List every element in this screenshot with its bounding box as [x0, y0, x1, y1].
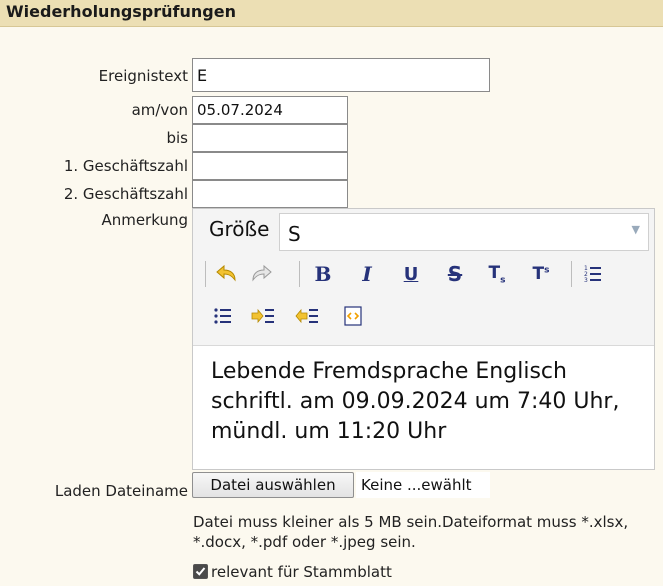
toolbar-separator — [205, 261, 206, 287]
bold-icon[interactable]: B — [309, 261, 337, 287]
indent-icon[interactable] — [249, 303, 277, 329]
section-header: Wiederholungsprüfungen — [0, 0, 663, 27]
anmerkung-label: Anmerkung — [101, 211, 188, 229]
section-title: Wiederholungsprüfungen — [6, 2, 236, 21]
font-size-select[interactable]: S ▼ — [279, 213, 649, 251]
editor-content[interactable]: Lebende Fremdsprache Englisch schriftl. … — [211, 357, 644, 447]
upload-hint: Datei muss kleiner als 5 MB sein.Dateifo… — [193, 513, 629, 551]
numbered-list-icon[interactable]: 1 2 3 — [579, 261, 607, 287]
bis-input[interactable] — [192, 124, 348, 152]
upload-label: Laden Dateiname — [54, 482, 188, 500]
choose-file-button[interactable]: Datei auswählen — [192, 472, 354, 498]
toolbar-separator — [299, 261, 300, 287]
superscript-icon[interactable]: Ts — [527, 261, 555, 287]
toolbar-separator — [571, 261, 572, 287]
file-status-text: Keine ...ewählt — [356, 472, 490, 498]
bis-label: bis — [166, 129, 188, 147]
font-size-label: Größe — [209, 217, 270, 241]
anmerkung-editor[interactable]: Größe S ▼ B I U S Ts Ts 1 2 3 Lebende Fr… — [192, 208, 655, 470]
italic-icon[interactable]: I — [353, 261, 381, 287]
source-icon[interactable] — [339, 303, 367, 329]
geschaeftszahl-2-label: 2. Geschäftszahl — [63, 185, 188, 203]
geschaeftszahl-2-input[interactable] — [192, 180, 348, 208]
chevron-down-icon: ▼ — [631, 223, 640, 236]
subscript-icon[interactable]: Ts — [483, 261, 511, 287]
am-von-label: am/von — [131, 101, 188, 119]
undo-icon[interactable] — [213, 261, 241, 287]
ereignistext-label: Ereignistext — [98, 67, 188, 85]
bulleted-list-icon[interactable] — [209, 303, 237, 329]
outdent-icon[interactable] — [293, 303, 321, 329]
ereignistext-input[interactable] — [192, 58, 490, 92]
font-size-value: S — [288, 222, 301, 246]
editor-content-line: mündl. um 11:20 Uhr — [211, 419, 447, 444]
am-von-input[interactable] — [192, 96, 348, 124]
svg-text:3: 3 — [584, 277, 588, 284]
editor-content-line: Lebende Fremdsprache Englisch — [211, 359, 567, 384]
editor-content-line: schriftl. am 09.09.2024 um 7:40 Uhr, — [211, 389, 620, 414]
geschaeftszahl-1-input[interactable] — [192, 152, 348, 180]
stammblatt-checkbox[interactable] — [193, 564, 208, 579]
editor-toolbar: Größe S ▼ B I U S Ts Ts 1 2 3 — [193, 209, 654, 346]
strikethrough-icon[interactable]: S — [441, 261, 469, 287]
checkmark-icon — [195, 567, 206, 576]
geschaeftszahl-1-label: 1. Geschäftszahl — [63, 157, 188, 175]
stammblatt-label: relevant für Stammblatt — [211, 563, 392, 581]
underline-icon[interactable]: U — [397, 261, 425, 287]
redo-icon[interactable] — [247, 261, 275, 287]
